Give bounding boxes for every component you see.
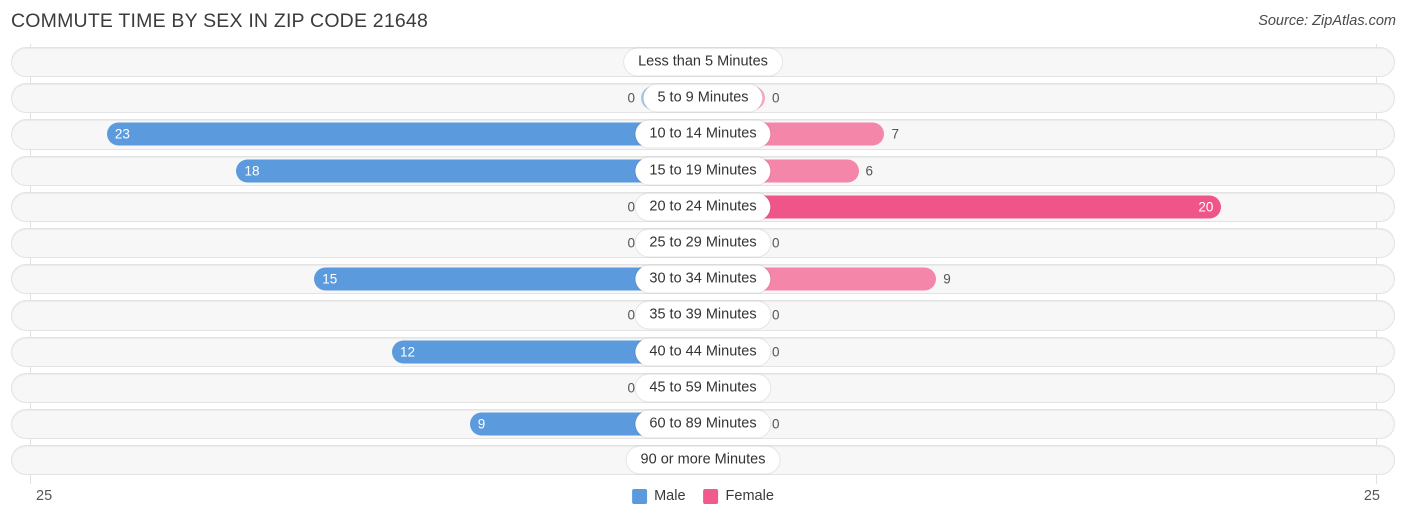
bar-row[interactable]: 00Less than 5 Minutes: [0, 44, 1406, 80]
bar-row[interactable]: 0090 or more Minutes: [0, 442, 1406, 478]
legend-item-male[interactable]: Male: [632, 488, 686, 504]
category-label: 40 to 44 Minutes: [635, 338, 771, 366]
bar-value-male: 23: [114, 126, 130, 142]
category-label: 60 to 89 Minutes: [635, 410, 771, 438]
bar-row[interactable]: 0 0 25 to 29 Minutes: [0, 225, 1406, 261]
legend-item-female[interactable]: Female: [703, 488, 774, 504]
source-attribution: Source: ZipAtlas.com: [1258, 13, 1396, 29]
bar-value-female: 7: [891, 126, 899, 142]
category-label: 5 to 9 Minutes: [643, 84, 763, 112]
category-label: 10 to 14 Minutes: [635, 120, 771, 148]
legend-label-female: Female: [725, 488, 774, 504]
category-label: 45 to 59 Minutes: [635, 374, 771, 402]
bar-value-female: 9: [943, 271, 951, 287]
bar-value-female: 6: [865, 162, 874, 178]
bar-value-male: 0: [627, 90, 635, 106]
bar-value-male: 12: [399, 343, 415, 359]
bar-female[interactable]: [703, 195, 1222, 219]
bar-value-female: 0: [772, 235, 780, 251]
chart-legend: Male Female: [632, 488, 774, 504]
bar-male[interactable]: [236, 159, 703, 183]
bar-rows-container: 00Less than 5 Minutes005 to 9 Minutes237…: [0, 44, 1406, 478]
bar-row[interactable]: 0245 to 59 Minutes: [0, 370, 1406, 406]
category-label: 35 to 39 Minutes: [635, 301, 771, 329]
category-label: 30 to 34 Minutes: [635, 265, 771, 293]
bar-value-male: 0: [627, 235, 635, 251]
bar-row[interactable]: 12 0 40 to 44 Minutes: [0, 334, 1406, 370]
legend-swatch-female-icon: [703, 488, 719, 504]
category-label: 20 to 24 Minutes: [635, 193, 771, 221]
bar-value-female: 0: [772, 343, 780, 359]
chart-header: COMMUTE TIME BY SEX IN ZIP CODE 21648 So…: [0, 0, 1406, 44]
axis-tick-right: 25: [1363, 488, 1380, 504]
legend-swatch-male-icon: [632, 488, 648, 504]
axis-tick-left: 25: [36, 488, 53, 504]
bar-value-male: 9: [477, 416, 486, 432]
bar-value-female: 20: [1198, 199, 1214, 215]
bar-row[interactable]: 0 20 20 to 24 Minutes: [0, 189, 1406, 225]
page-title: COMMUTE TIME BY SEX IN ZIP CODE 21648: [11, 10, 429, 32]
chart-plot-area: 00Less than 5 Minutes005 to 9 Minutes237…: [0, 44, 1406, 484]
category-label: Less than 5 Minutes: [624, 48, 782, 76]
bar-row[interactable]: 18 6 15 to 19 Minutes: [0, 153, 1406, 189]
bar-row[interactable]: 0 0 35 to 39 Minutes: [0, 297, 1406, 333]
bar-value-female: 0: [772, 416, 780, 432]
bar-row[interactable]: 15 9 30 to 34 Minutes: [0, 261, 1406, 297]
bar-row[interactable]: 23 7 10 to 14 Minutes: [0, 116, 1406, 152]
bar-value-male: 0: [627, 380, 635, 396]
chart-footer: 25 25 Male Female: [0, 484, 1406, 522]
category-label: 25 to 29 Minutes: [635, 229, 771, 257]
bar-value-male: 18: [244, 162, 260, 178]
bar-row[interactable]: 9 0 60 to 89 Minutes: [0, 406, 1406, 442]
bar-value-female: 0: [772, 307, 780, 323]
bar-value-female: 0: [772, 90, 780, 106]
category-label: 90 or more Minutes: [626, 446, 780, 474]
legend-label-male: Male: [654, 488, 686, 504]
bar-value-male: 0: [627, 199, 635, 215]
bar-male[interactable]: [106, 122, 703, 146]
bar-value-male: 0: [627, 307, 635, 323]
bar-value-male: 15: [322, 271, 338, 287]
bar-row[interactable]: 0 0 5 to 9 Minutes: [0, 80, 1406, 116]
category-label: 15 to 19 Minutes: [635, 157, 771, 185]
